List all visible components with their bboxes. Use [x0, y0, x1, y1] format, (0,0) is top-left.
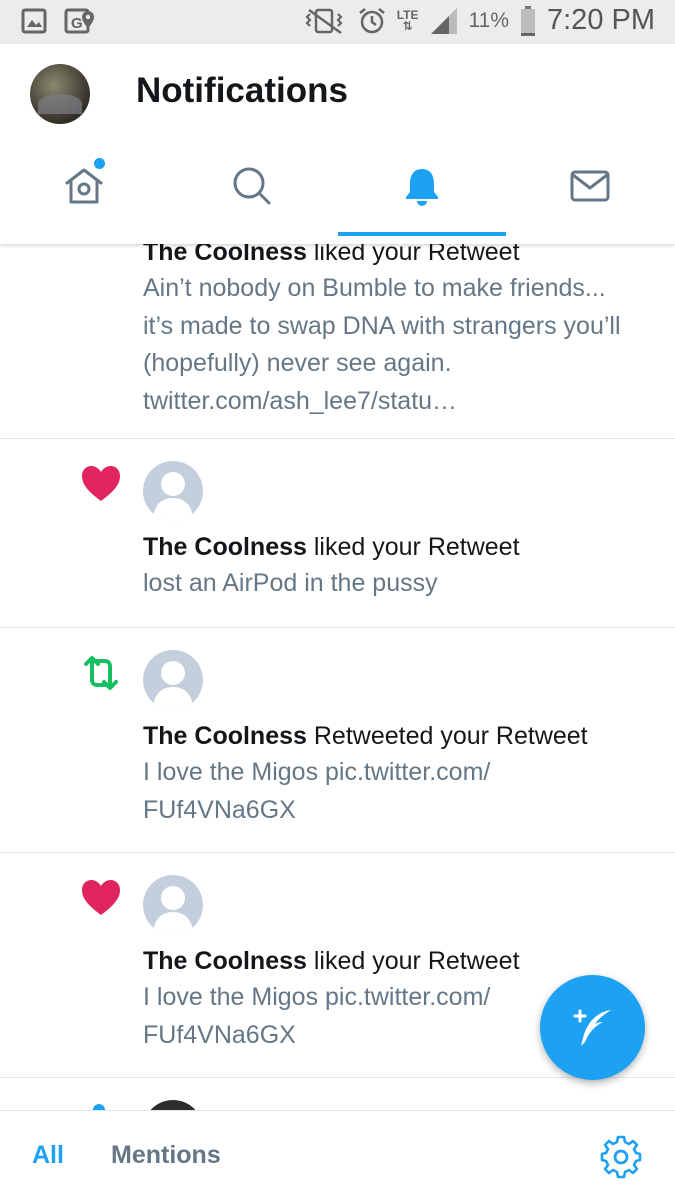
battery-percent: 11% [468, 8, 509, 32]
notification-line: The Coolness liked your Retweet [143, 244, 520, 271]
lte-indicator: LTE ⇅ [396, 7, 419, 33]
actor-avatar[interactable] [143, 461, 203, 521]
actor-name[interactable]: The Coolness [143, 947, 307, 975]
app-header: Notifications [0, 44, 675, 244]
notification-verb: liked your Retweet [313, 244, 520, 266]
actor-avatar[interactable] [143, 1100, 203, 1110]
tweet-text: lost an AirPod in the pussy [143, 569, 438, 597]
notification-line: The Coolness liked your Retweet [143, 529, 520, 566]
notification-line: The Coolness Retweeted your Retweet [143, 718, 588, 755]
compose-tweet-icon [573, 1009, 611, 1046]
active-tab-indicator [338, 232, 506, 236]
home-unread-dot [94, 158, 105, 169]
clock: 7:20 PM [547, 4, 655, 36]
notification-verb: Retweeted your Retweet [313, 722, 588, 750]
notification-item[interactable]: The Coolness liked your Retweet lost an … [0, 439, 675, 628]
vibrate-icon [305, 8, 343, 34]
g-location-icon: G [64, 8, 94, 34]
tab-messages[interactable] [506, 154, 674, 242]
filter-tab-mentions[interactable]: Mentions [111, 1141, 221, 1170]
actor-avatar[interactable] [143, 650, 203, 710]
notification-verb: liked your Retweet [313, 533, 520, 561]
notification-verb: liked your Retweet [313, 947, 520, 975]
page-title: Notifications [136, 71, 348, 110]
alarm-icon [358, 7, 385, 33]
tweet-text: I love the Migos pic.twitter.com/ FUf4VN… [143, 983, 491, 1049]
actor-name[interactable]: The Coolness [143, 533, 307, 561]
status-bar: G LTE ⇅ 11% 7:20 PM [0, 0, 675, 44]
bottom-filter-bar: All Mentions [0, 1110, 675, 1200]
signal-icon [430, 7, 457, 34]
profile-avatar[interactable] [30, 64, 90, 124]
bell-icon [406, 169, 438, 206]
filter-tab-all[interactable]: All [32, 1141, 64, 1170]
tweet-text: I love the Migos pic.twitter.com/ FUf4VN… [143, 758, 491, 824]
tweet-text: Ain’t nobody on Bumble to make friends..… [143, 274, 621, 415]
tab-notifications[interactable] [338, 154, 506, 242]
notification-line: The Coolness liked your Retweet [143, 943, 520, 980]
svg-text:G: G [71, 15, 83, 32]
notification-item[interactable]: The Coolness liked your Retweet Ain’t no… [0, 244, 675, 439]
actor-name[interactable]: The Coolness [143, 722, 307, 750]
tab-home[interactable] [0, 154, 168, 242]
actor-avatar[interactable] [143, 875, 203, 935]
tab-search[interactable] [168, 154, 336, 242]
compose-tweet-button[interactable] [540, 975, 645, 1080]
gallery-icon [21, 8, 47, 34]
notification-item[interactable]: The Coolness Retweeted your Retweet I lo… [0, 628, 675, 853]
heart-icon [82, 880, 120, 915]
home-icon [65, 168, 103, 204]
retweet-icon [84, 656, 118, 690]
mail-icon [570, 170, 610, 202]
heart-icon [82, 466, 120, 501]
actor-name[interactable]: The Coolness [143, 244, 307, 266]
notification-item[interactable] [0, 1078, 675, 1110]
gear-icon[interactable] [599, 1135, 643, 1179]
battery-icon [521, 5, 535, 36]
search-icon [233, 167, 271, 205]
